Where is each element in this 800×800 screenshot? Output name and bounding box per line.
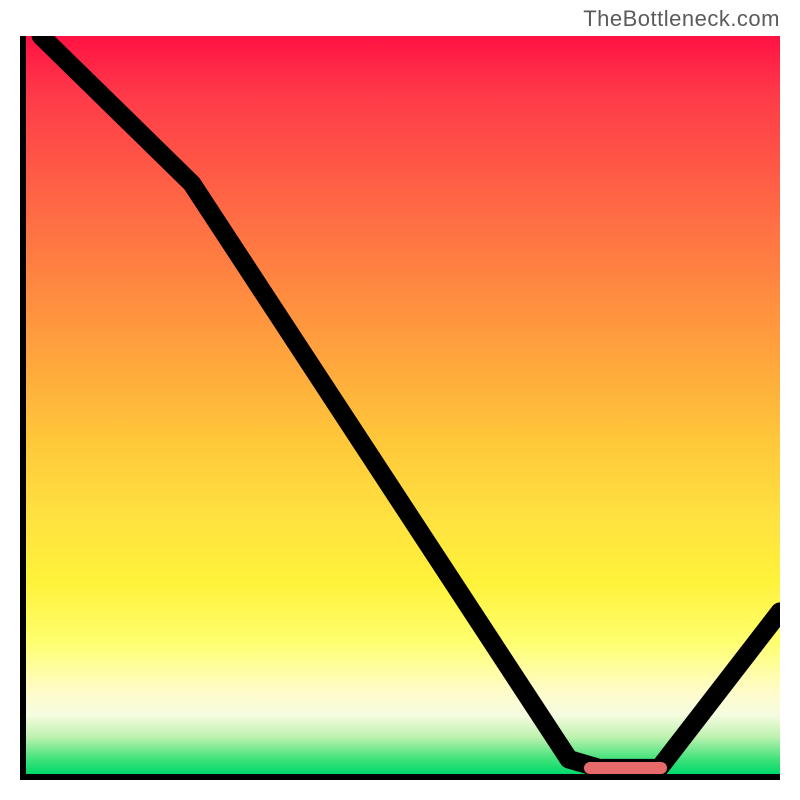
plot-area [26, 36, 780, 774]
y-axis-line [20, 36, 26, 780]
optimum-marker [584, 762, 667, 774]
bottleneck-curve-path [41, 36, 780, 768]
watermark-text: TheBottleneck.com [583, 6, 780, 32]
x-axis-line [20, 774, 780, 780]
chart-container: TheBottleneck.com 0 100 0 100 [0, 0, 800, 800]
bottleneck-curve [26, 36, 780, 774]
axes: 0 100 0 100 [20, 36, 780, 780]
